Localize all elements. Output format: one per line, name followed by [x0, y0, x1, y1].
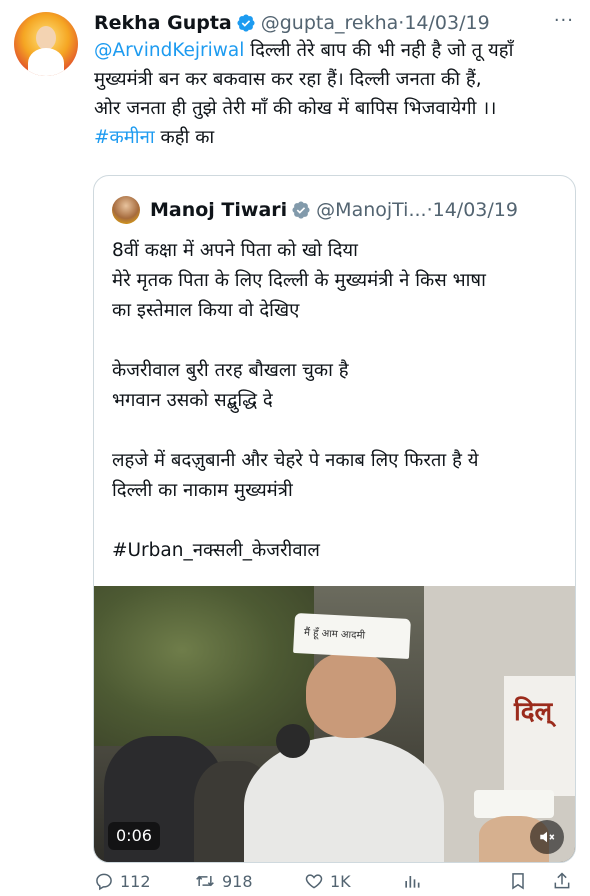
tweet-text-line-1-rest: दिल्ली तेरे बाप की भी नही है जो तू यहाँ	[244, 40, 514, 61]
hashtag-link[interactable]: #कमीना	[94, 127, 155, 148]
quoted-author-avatar	[112, 196, 140, 224]
microphone	[276, 724, 310, 758]
video-duration-badge: 0:06	[108, 822, 160, 850]
tweet-actions: 112 918 1K	[94, 866, 578, 896]
tweet-text-line-3: ओर जनता ही तुझे तेरी माँ की कोख में बापि…	[94, 98, 497, 119]
tweet-text-line-1: @ArvindKejriwal दिल्ली तेरे बाप की भी नह…	[94, 36, 574, 65]
tweet-header: Rekha Gupta @gupta_rekha · 14/03/19 ···	[94, 8, 574, 38]
tweet-text-line-4-rest: कही का	[154, 127, 215, 148]
share-button[interactable]	[552, 871, 572, 891]
heart-icon	[305, 874, 323, 889]
author-name[interactable]: Rekha Gupta	[94, 12, 232, 34]
quoted-text-line: भगवान उसको सद्बुद्धि दे	[112, 390, 273, 411]
quoted-hashtag: #Urban_नक्सली_केजरीवाल	[112, 540, 320, 561]
quoted-text-line: का इस्तेमाल किया वो देखिए	[112, 300, 300, 321]
quoted-tweet-header: Manoj Tiwari @ManojTi... · 14/03/19	[112, 196, 518, 224]
author-handle[interactable]: @gupta_rekha	[261, 12, 399, 34]
tweet-text-line-4: #कमीना कही का	[94, 123, 574, 152]
tweet-text-line-2: मुख्यमंत्री बन कर बकवास कर रहा हैं। दिल्…	[94, 69, 482, 90]
like-button[interactable]: 1K	[304, 871, 351, 891]
like-count: 1K	[330, 871, 351, 891]
reply-count: 112	[120, 871, 151, 891]
quoted-author-name: Manoj Tiwari	[150, 199, 288, 221]
quoted-text-line: लहजे में बदज़ुबानी और चेहरे पे नकाब लिए …	[112, 450, 479, 471]
reply-icon	[96, 873, 112, 891]
tweet: Rekha Gupta @gupta_rekha · 14/03/19 ··· …	[0, 0, 590, 896]
retweet-button[interactable]: 918	[194, 871, 253, 891]
quoted-text-line: दिल्ली का नाकाम मुख्यमंत्री	[112, 480, 293, 501]
bookmark-icon	[512, 873, 524, 890]
quoted-tweet-text: 8वीं कक्षा में अपने पिता को खो दिया मेरे…	[112, 236, 572, 566]
tweet-date[interactable]: 14/03/19	[404, 12, 489, 34]
avatar-body	[28, 48, 64, 76]
video-crowd-cap	[474, 790, 554, 818]
quoted-tweet-date: 14/03/19	[432, 199, 518, 221]
video-speaker-head	[306, 652, 396, 738]
more-options-icon[interactable]: ···	[554, 10, 574, 31]
quoted-text-line: केजरीवाल बुरी तरह बौखला चुका है	[112, 360, 349, 381]
quoted-author-handle: @ManojTi...	[316, 199, 427, 221]
video-background-trees	[94, 586, 314, 746]
mention-link[interactable]: @ArvindKejriwal	[94, 40, 244, 61]
mute-icon[interactable]	[530, 820, 564, 854]
video-speaker-shirt	[244, 736, 444, 862]
analytics-icon	[405, 876, 420, 888]
retweet-icon	[196, 875, 214, 887]
views-button[interactable]	[402, 871, 422, 891]
quoted-tweet[interactable]: Manoj Tiwari @ManojTi... · 14/03/19 8वीं…	[93, 175, 576, 863]
video-banner-text: दिल्	[514, 697, 553, 727]
author-avatar[interactable]	[14, 12, 78, 76]
bookmark-button[interactable]	[508, 871, 528, 891]
avatar-face	[36, 26, 56, 50]
quoted-text-line: मेरे मृतक पिता के लिए दिल्ली के मुख्यमंत…	[112, 270, 486, 291]
tweet-text: @ArvindKejriwal दिल्ली तेरे बाप की भी नह…	[94, 36, 574, 152]
video-player[interactable]: दिल् मैं हूँ आम आदमी 0:06	[94, 586, 575, 862]
retweet-count: 918	[222, 871, 253, 891]
quoted-text-line: 8वीं कक्षा में अपने पिता को खो दिया	[112, 240, 358, 261]
verified-badge-icon	[291, 200, 311, 220]
share-icon	[554, 872, 570, 889]
verified-badge-icon	[236, 13, 256, 33]
reply-button[interactable]: 112	[94, 871, 151, 891]
